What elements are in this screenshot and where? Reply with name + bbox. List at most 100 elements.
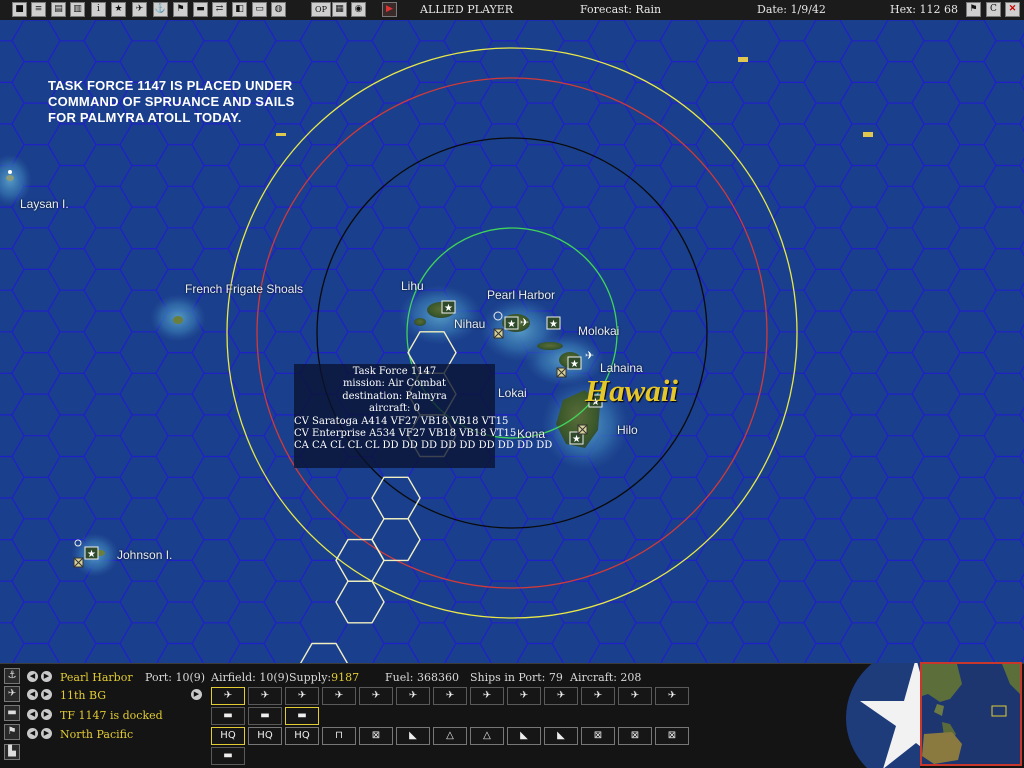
strategic-map[interactable]: ★ ★ ★ ★ ★ ★ ★ ✈ ✈ TASK FORCE 1147 IS PLA…	[0, 20, 1024, 663]
air-unit-slot-plane-icon[interactable]: ✈	[396, 687, 430, 705]
label-hilo[interactable]: Hilo	[617, 423, 638, 437]
next-tf-arrow-icon[interactable]: ▶	[41, 709, 52, 720]
ship-slot-ship-icon[interactable]: ▬	[248, 707, 282, 725]
airfield-marker-lihu: ★	[441, 300, 456, 314]
sub-icon[interactable]: ▭	[252, 2, 267, 17]
game-window: ■ ≡ ▤ ▥ i ★ ✈ ⚓ ⚑ ▬ ⇄ ◧ ▭ ◍ OP ▦ ◉ ▶ ALLIED PLAYER Foreca…	[0, 0, 1024, 768]
us-star-insignia	[846, 663, 920, 768]
ground-unit-slot[interactable]: ⊠	[581, 727, 615, 745]
tf-mission: mission: Air Combat	[342, 378, 447, 390]
c-button[interactable]: C	[986, 2, 1001, 17]
tf-status[interactable]: TF 1147 is docked	[60, 709, 163, 722]
label-pearl-harbor[interactable]: Pearl Harbor	[487, 288, 555, 302]
prev-command-arrow-icon[interactable]: ◀	[27, 728, 38, 739]
ground-unit-slot[interactable]: ⊠	[618, 727, 652, 745]
prev-base-arrow-icon[interactable]: ◀	[27, 671, 38, 682]
air-unit-slot-plane-icon[interactable]: ✈	[433, 687, 467, 705]
tf-escorts: CA CA CL CL CL DD DD DD DD DD DD DD DD D…	[294, 440, 553, 452]
ground-unit-slot[interactable]: △	[470, 727, 504, 745]
next-command-arrow-icon[interactable]: ▶	[41, 728, 52, 739]
ground-unit-slot[interactable]: ◣	[544, 727, 578, 745]
globe-icon[interactable]: ◍	[271, 2, 286, 17]
taskforce-marker	[493, 328, 504, 339]
label-molokai[interactable]: Molokai	[578, 324, 619, 338]
task-force-tooltip: Task Force 1147 mission: Air Combat dest…	[294, 364, 553, 468]
ship-icon[interactable]: ▬	[4, 705, 20, 721]
supply-info: Supply:9187	[289, 671, 360, 684]
svg-text:✈: ✈	[585, 349, 594, 362]
ground-unit-slot[interactable]: HQ	[285, 727, 319, 745]
air-unit-slot-plane-icon[interactable]: ✈	[655, 687, 689, 705]
minimap[interactable]	[920, 662, 1022, 766]
save-icon[interactable]: ■	[12, 2, 27, 17]
ship-slot-ship-icon[interactable]: ▬	[211, 707, 245, 725]
label-lokai[interactable]: Lokai	[498, 386, 527, 400]
label-johnson-island[interactable]: Johnson I.	[117, 548, 172, 562]
scroll-right-arrow-icon[interactable]: ▶	[191, 689, 202, 700]
filter-icon[interactable]: ▦	[332, 2, 347, 17]
label-french-frigate-shoals[interactable]: French Frigate Shoals	[185, 282, 303, 296]
report-icon[interactable]: ▤	[51, 2, 66, 17]
ground-unit-slot[interactable]: HQ	[248, 727, 282, 745]
flag-icon[interactable]: ⚑	[4, 724, 20, 740]
news-message: TASK FORCE 1147 IS PLACED UNDER COMMAND …	[48, 78, 295, 125]
ground-unit-slot[interactable]: ⊠	[655, 727, 689, 745]
fuel-info: Fuel: 368360	[385, 671, 459, 684]
air-unit-slot-plane-icon[interactable]: ✈	[544, 687, 578, 705]
list-icon[interactable]: ▥	[70, 2, 85, 17]
supply-value: 9187	[331, 671, 360, 684]
prev-tf-arrow-icon[interactable]: ◀	[27, 709, 38, 720]
air-unit-slot-plane-icon[interactable]: ✈	[248, 687, 282, 705]
next-base-arrow-icon[interactable]: ▶	[41, 671, 52, 682]
prev-air-arrow-icon[interactable]: ◀	[27, 689, 38, 700]
ground-unit-slot[interactable]: ⊠	[359, 727, 393, 745]
svg-text:★: ★	[444, 303, 453, 314]
air-unit-name[interactable]: 11th BG	[60, 689, 106, 702]
op-button[interactable]: OP	[311, 2, 331, 17]
air-unit-slot-plane-icon[interactable]: ✈	[618, 687, 652, 705]
ground-unit-slot[interactable]: △	[433, 727, 467, 745]
star-icon[interactable]: ★	[111, 2, 126, 17]
ships-in-port: Ships in Port: 79	[470, 671, 563, 684]
air-unit-slot-plane-icon[interactable]: ✈	[211, 687, 245, 705]
plane-icon[interactable]: ✈	[4, 686, 20, 702]
ship-slot-ship-icon[interactable]: ▬	[285, 707, 319, 725]
sphere-icon[interactable]: ◉	[351, 2, 366, 17]
label-kona[interactable]: Kona	[517, 427, 545, 441]
air-unit-slot-plane-icon[interactable]: ✈	[322, 687, 356, 705]
end-turn-icon[interactable]: ▶	[382, 2, 397, 17]
hq-icon[interactable]: ▙	[4, 744, 20, 760]
enemy-ship-marker	[863, 132, 873, 137]
air-unit-slot-plane-icon[interactable]: ✈	[470, 687, 504, 705]
base-name[interactable]: Pearl Harbor	[60, 671, 133, 684]
air-unit-slot-plane-icon[interactable]: ✈	[285, 687, 319, 705]
carrier-icon[interactable]: ▬	[193, 2, 208, 17]
label-lihu[interactable]: Lihu	[401, 279, 424, 293]
label-nihau[interactable]: Nihau	[454, 317, 485, 331]
ground-unit-slot[interactable]: HQ	[211, 727, 245, 745]
tf-aircraft: aircraft: 0	[369, 403, 420, 415]
island-molokai	[537, 342, 563, 350]
weather-icon[interactable]: ◧	[232, 2, 247, 17]
label-laysan[interactable]: Laysan I.	[20, 197, 69, 211]
close-icon[interactable]: ✕	[1005, 2, 1020, 17]
route-icon[interactable]: ⇄	[212, 2, 227, 17]
ground-unit-slot[interactable]: ◣	[396, 727, 430, 745]
plane-icon[interactable]: ✈	[132, 2, 147, 17]
anchor-icon[interactable]: ⚓	[4, 668, 20, 684]
ground-unit-slot[interactable]: ◣	[507, 727, 541, 745]
info-icon[interactable]: i	[91, 2, 106, 17]
document-icon[interactable]: ≡	[31, 2, 46, 17]
svg-text:✈: ✈	[520, 316, 529, 329]
ship-slot-ship-icon[interactable]: ▬	[211, 747, 245, 765]
airfield-marker-pearl-harbor: ★	[504, 316, 519, 330]
air-unit-slot-plane-icon[interactable]: ✈	[581, 687, 615, 705]
flag-icon[interactable]: ⚑	[173, 2, 188, 17]
air-unit-slot-plane-icon[interactable]: ✈	[507, 687, 541, 705]
air-unit-slot-plane-icon[interactable]: ✈	[359, 687, 393, 705]
ship-icon[interactable]: ⚓	[153, 2, 168, 17]
next-air-arrow-icon[interactable]: ▶	[41, 689, 52, 700]
ground-unit-slot[interactable]: ⊓	[322, 727, 356, 745]
flag-icon[interactable]: ⚑	[966, 2, 981, 17]
command-name[interactable]: North Pacific	[60, 728, 133, 741]
